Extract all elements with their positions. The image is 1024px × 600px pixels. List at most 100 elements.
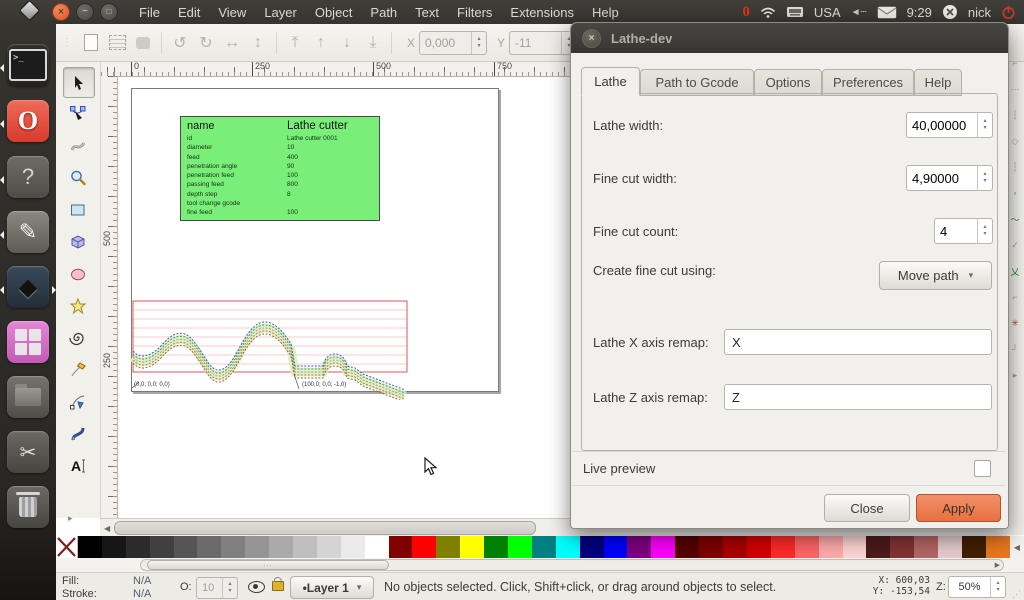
color-swatch[interactable] xyxy=(579,536,604,558)
scrollbar-thumb[interactable] xyxy=(114,521,537,535)
tab-help[interactable]: Help xyxy=(914,69,962,96)
color-swatch[interactable] xyxy=(221,536,246,558)
no-color-swatch[interactable] xyxy=(56,536,78,558)
dialog-close-button[interactable]: Close xyxy=(824,494,910,522)
raise-icon[interactable]: ↑ xyxy=(308,31,334,55)
color-swatch[interactable] xyxy=(699,536,724,558)
color-swatch[interactable] xyxy=(245,536,270,558)
dialog-close-icon[interactable]: × xyxy=(582,28,601,48)
resize-grip[interactable]: ⋰ xyxy=(1012,589,1022,600)
raise-to-top-icon[interactable]: ⤒ xyxy=(282,31,308,55)
launcher-files-icon[interactable] xyxy=(7,376,49,418)
toolbox-expander-icon[interactable]: ▸ xyxy=(68,513,73,524)
menu-view[interactable]: View xyxy=(209,5,255,20)
menu-help[interactable]: Help xyxy=(583,5,628,20)
color-swatch[interactable] xyxy=(101,536,126,558)
color-swatch[interactable] xyxy=(890,536,915,558)
color-swatch[interactable] xyxy=(866,536,891,558)
color-swatch[interactable] xyxy=(842,536,867,558)
menu-object[interactable]: Object xyxy=(306,5,362,20)
snap-icon[interactable]: ┘ xyxy=(1012,336,1018,362)
launcher-workspace-switcher-icon[interactable] xyxy=(7,321,49,363)
lower-icon[interactable]: ↓ xyxy=(334,31,360,55)
lathe-width-spinbox[interactable]: 40,00000 ▴ ▾ xyxy=(906,112,993,138)
color-swatch[interactable] xyxy=(125,536,150,558)
launcher-terminal-icon[interactable]: >_ xyxy=(7,44,49,86)
palette-swatches[interactable] xyxy=(78,536,1010,558)
flip-vertical-icon[interactable]: ↕ xyxy=(245,31,271,55)
dialog-apply-button[interactable]: Apply xyxy=(916,494,1001,522)
window-maximize-button[interactable]: □ xyxy=(100,3,118,21)
fill-value[interactable]: N/A xyxy=(133,575,151,587)
power-icon[interactable] xyxy=(1001,5,1016,20)
zoom-spinbox[interactable]: 50% ▴ ▾ xyxy=(948,576,1006,598)
tool-rectangle[interactable] xyxy=(63,195,93,224)
color-swatch[interactable] xyxy=(603,536,628,558)
tab-lathe[interactable]: Lathe xyxy=(581,67,640,96)
snap-icon[interactable]: ⌐ xyxy=(1012,284,1017,310)
color-swatch[interactable] xyxy=(269,536,294,558)
launcher-tools-icon[interactable]: ✂ xyxy=(7,431,49,473)
rotate-cw-icon[interactable]: ↻ xyxy=(193,31,219,55)
launcher-opera-icon[interactable]: O xyxy=(7,100,49,142)
color-swatch[interactable] xyxy=(627,536,652,558)
fine-cut-count-spinbox[interactable]: 4 ▴ ▾ xyxy=(934,218,993,244)
color-swatch[interactable] xyxy=(818,536,843,558)
flip-horizontal-icon[interactable]: ↔ xyxy=(219,31,245,55)
color-swatch[interactable] xyxy=(770,536,795,558)
color-swatch[interactable] xyxy=(173,536,198,558)
username-label[interactable]: nick xyxy=(968,5,991,20)
scroll-left-icon[interactable]: ◀ xyxy=(100,524,114,533)
snap-icon[interactable]: ✓ xyxy=(1011,232,1019,258)
launcher-gedit-icon[interactable]: ✎ xyxy=(7,211,49,253)
fine-cut-width-spinbox[interactable]: 4,90000 ▴ ▾ xyxy=(906,165,993,191)
tab-options[interactable]: Options xyxy=(754,69,822,96)
select-all-layers-icon[interactable] xyxy=(130,31,156,55)
stroke-value[interactable]: N/A xyxy=(133,588,151,600)
tool-text[interactable]: A xyxy=(63,451,93,480)
menu-path[interactable]: Path xyxy=(361,5,406,20)
color-swatch[interactable] xyxy=(149,536,174,558)
color-swatch[interactable] xyxy=(746,536,771,558)
tool-star[interactable] xyxy=(63,291,93,320)
keyboard-layout-icon[interactable] xyxy=(786,6,804,18)
window-close-button[interactable]: × xyxy=(52,3,70,21)
sound-muted-icon[interactable]: ◄┄ xyxy=(851,7,867,18)
snap-intersection-icon[interactable]: 乂 xyxy=(1010,258,1019,284)
menu-text[interactable]: Text xyxy=(406,5,448,20)
dialog-titlebar[interactable]: × Lathe-dev xyxy=(571,23,1008,53)
palette-scroll-right-icon[interactable]: ▶ xyxy=(995,561,1000,569)
tab-path-to-gcode[interactable]: Path to Gcode xyxy=(640,69,754,96)
snap-icon[interactable]: ◇ xyxy=(1012,128,1019,154)
tool-tweak[interactable] xyxy=(63,131,93,160)
rotate-ccw-icon[interactable]: ↺ xyxy=(167,31,193,55)
tool-pencil[interactable] xyxy=(63,355,93,384)
tool-spiral[interactable] xyxy=(63,323,93,352)
me-menu-icon[interactable] xyxy=(942,4,958,20)
color-swatch[interactable] xyxy=(675,536,700,558)
new-document-icon[interactable] xyxy=(78,31,104,55)
tool-ellipse[interactable] xyxy=(63,259,93,288)
tool-zoom[interactable] xyxy=(63,163,93,192)
menu-layer[interactable]: Layer xyxy=(255,5,306,20)
snap-node-icon[interactable]: ◦ xyxy=(1013,180,1016,206)
lathe-x-remap-input[interactable]: X xyxy=(724,329,992,355)
launcher-trash-icon[interactable] xyxy=(7,486,49,528)
opacity-spinbox[interactable]: 10 ▴ ▾ xyxy=(196,577,238,599)
color-swatch[interactable] xyxy=(794,536,819,558)
tool-parameters-table[interactable]: name Lathe cutter id Lathe cutter 0001 di… xyxy=(180,116,380,221)
tool-selector[interactable] xyxy=(63,67,95,98)
snap-icon[interactable]: ⋯ xyxy=(1011,76,1020,102)
color-swatch[interactable] xyxy=(914,536,939,558)
launcher-help-icon[interactable]: ? xyxy=(7,156,49,198)
layer-visibility-icon[interactable] xyxy=(248,581,265,593)
snap-icon[interactable]: ┆ xyxy=(1012,102,1017,128)
create-fine-cut-dropdown[interactable]: Move path ▾ xyxy=(879,261,992,290)
lower-to-bottom-icon[interactable]: ⤓ xyxy=(360,31,386,55)
color-swatch[interactable] xyxy=(938,536,962,558)
current-layer-dropdown[interactable]: •Layer 1 ▾ xyxy=(290,576,374,599)
layer-lock-icon[interactable] xyxy=(272,581,284,591)
color-swatch[interactable] xyxy=(293,536,317,558)
color-swatch[interactable] xyxy=(961,536,986,558)
lathe-path-drawing[interactable]: (0,0; 0,0; 0,0) (100,0; 0,0; -1,0) xyxy=(123,294,415,400)
